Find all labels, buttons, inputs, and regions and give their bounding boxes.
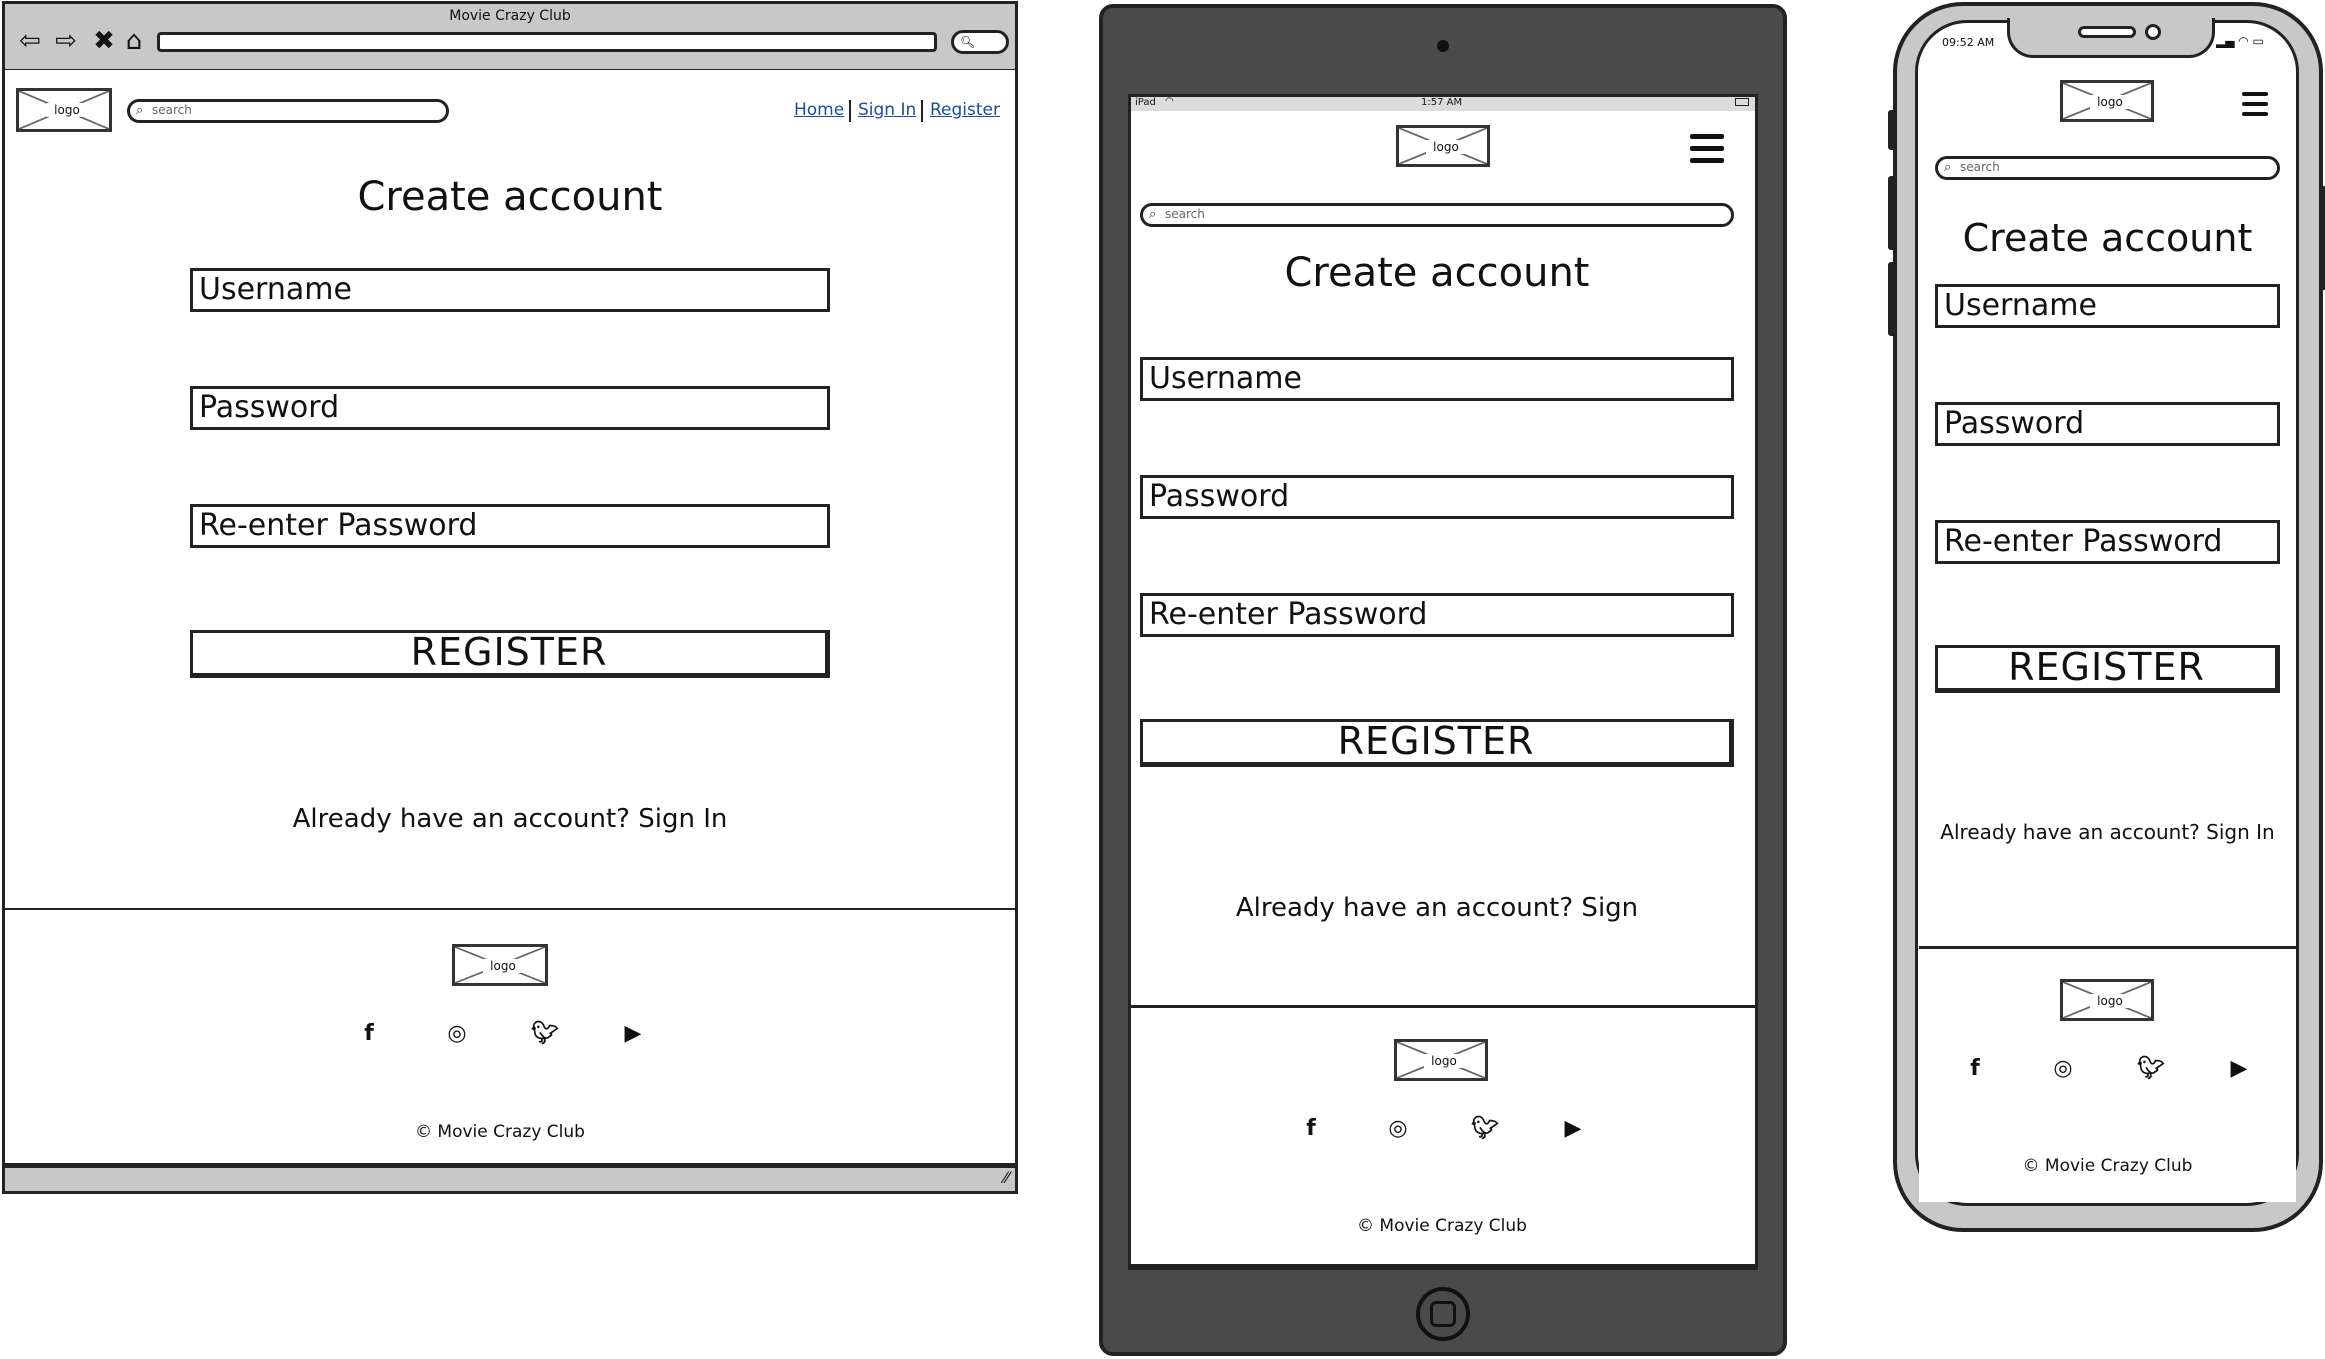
tablet-search-input[interactable]: ⌕ search: [1140, 203, 1734, 227]
phone-speaker: [2078, 26, 2136, 38]
instagram-icon[interactable]: ◎: [2048, 1054, 2078, 1084]
tablet-footer-logo: logo: [1394, 1039, 1488, 1081]
tablet-camera: [1437, 40, 1449, 52]
twitter-icon[interactable]: 🐦︎: [530, 1019, 560, 1049]
copyright-text: © Movie Crazy Club: [415, 1122, 585, 1142]
search-icon: ⌕: [136, 103, 144, 118]
signal-icon: ▂▄ ◠ ▭: [2216, 34, 2264, 48]
password-field[interactable]: Password: [190, 386, 830, 430]
facebook-icon[interactable]: f: [1960, 1054, 1990, 1084]
facebook-icon[interactable]: f: [1296, 1114, 1326, 1144]
home-square-icon: [1430, 1301, 1456, 1327]
phone-notch: [2007, 18, 2215, 58]
youtube-icon[interactable]: ▶: [2224, 1054, 2254, 1084]
desktop-wireframe: Movie Crazy Club ⇦ ⇨ ✖ ⌂ 🔍︎ logo ⌕ searc…: [0, 0, 1020, 1198]
phone-status-time: 09:52 AM: [1942, 36, 1995, 49]
tablet-copyright-text: © Movie Crazy Club: [1357, 1216, 1527, 1236]
nav-home-link[interactable]: Home: [794, 100, 844, 120]
tablet-page-title: Create account: [1284, 250, 1590, 296]
phone-header-logo[interactable]: logo: [2060, 80, 2154, 122]
search-icon: ⌕: [1944, 160, 1952, 175]
status-time: 1:57 AM: [1421, 97, 1463, 108]
phone-footer-logo: logo: [2060, 979, 2154, 1021]
window-title: Movie Crazy Club: [449, 8, 571, 24]
search-icon: 🔍︎: [960, 35, 976, 49]
tablet-header-logo[interactable]: logo: [1396, 125, 1490, 167]
username-field[interactable]: Username: [190, 268, 830, 312]
tablet-password-field[interactable]: Password: [1140, 475, 1734, 519]
tablet-register-button[interactable]: REGISTER: [1140, 719, 1734, 767]
header-logo[interactable]: logo: [16, 88, 112, 132]
instagram-icon[interactable]: ◎: [442, 1019, 472, 1049]
phone-page-title: Create account: [1962, 216, 2253, 260]
phone-camera: [2145, 24, 2161, 40]
phone-signin-prompt[interactable]: Already have an account? Sign In: [1935, 820, 2280, 844]
twitter-icon[interactable]: 🐦︎: [1470, 1114, 1500, 1144]
phone-reenter-password-field[interactable]: Re-enter Password: [1935, 520, 2280, 564]
phone-register-button[interactable]: REGISTER: [1935, 645, 2280, 693]
nav-separator: [921, 100, 923, 122]
facebook-icon[interactable]: f: [354, 1019, 384, 1049]
nav-separator: [849, 100, 851, 122]
hamburger-menu-icon[interactable]: [2242, 92, 2268, 123]
device-label: iPad: [1135, 97, 1156, 108]
youtube-icon[interactable]: ▶: [1558, 1114, 1588, 1144]
browser-status-bar: ⁄⁄: [2, 1166, 1018, 1194]
hamburger-menu-icon[interactable]: [1690, 134, 1724, 170]
close-icon[interactable]: ✖: [89, 26, 119, 56]
browser-chrome: Movie Crazy Club ⇦ ⇨ ✖ ⌂ 🔍︎: [2, 1, 1018, 71]
home-icon[interactable]: ⌂: [119, 26, 149, 56]
resize-handle-icon[interactable]: ⁄⁄: [1004, 1168, 1009, 1187]
register-button[interactable]: REGISTER: [190, 630, 830, 678]
tablet-reenter-password-field[interactable]: Re-enter Password: [1140, 593, 1734, 637]
phone-search-input[interactable]: ⌕ search: [1935, 156, 2280, 180]
youtube-icon[interactable]: ▶: [618, 1019, 648, 1049]
phone-username-field[interactable]: Username: [1935, 284, 2280, 328]
page-title: Create account: [357, 174, 663, 220]
nav-register-link[interactable]: Register: [930, 100, 1000, 120]
address-bar[interactable]: [157, 32, 937, 52]
wifi-icon: ◠: [1165, 96, 1174, 107]
phone-copyright-text: © Movie Crazy Club: [2022, 1156, 2193, 1176]
twitter-icon[interactable]: 🐦︎: [2136, 1054, 2166, 1084]
battery-icon: [1735, 98, 1749, 106]
reenter-password-field[interactable]: Re-enter Password: [190, 504, 830, 548]
tablet-status-bar: iPad ◠ 1:57 AM: [1131, 96, 1755, 111]
footer-logo: logo: [452, 944, 548, 986]
tablet-signin-prompt[interactable]: Already have an account? Sign: [1140, 893, 1734, 923]
forward-arrow-icon[interactable]: ⇨: [51, 26, 81, 56]
search-icon: ⌕: [1149, 207, 1157, 222]
signin-prompt[interactable]: Already have an account? Sign In: [190, 804, 830, 834]
nav-sign-in-link[interactable]: Sign In: [858, 100, 916, 120]
browser-search-button[interactable]: 🔍︎: [951, 30, 1009, 54]
back-arrow-icon[interactable]: ⇦: [15, 26, 45, 56]
search-input[interactable]: ⌕ search: [127, 99, 449, 123]
instagram-icon[interactable]: ◎: [1383, 1114, 1413, 1144]
phone-password-field[interactable]: Password: [1935, 402, 2280, 446]
tablet-username-field[interactable]: Username: [1140, 357, 1734, 401]
